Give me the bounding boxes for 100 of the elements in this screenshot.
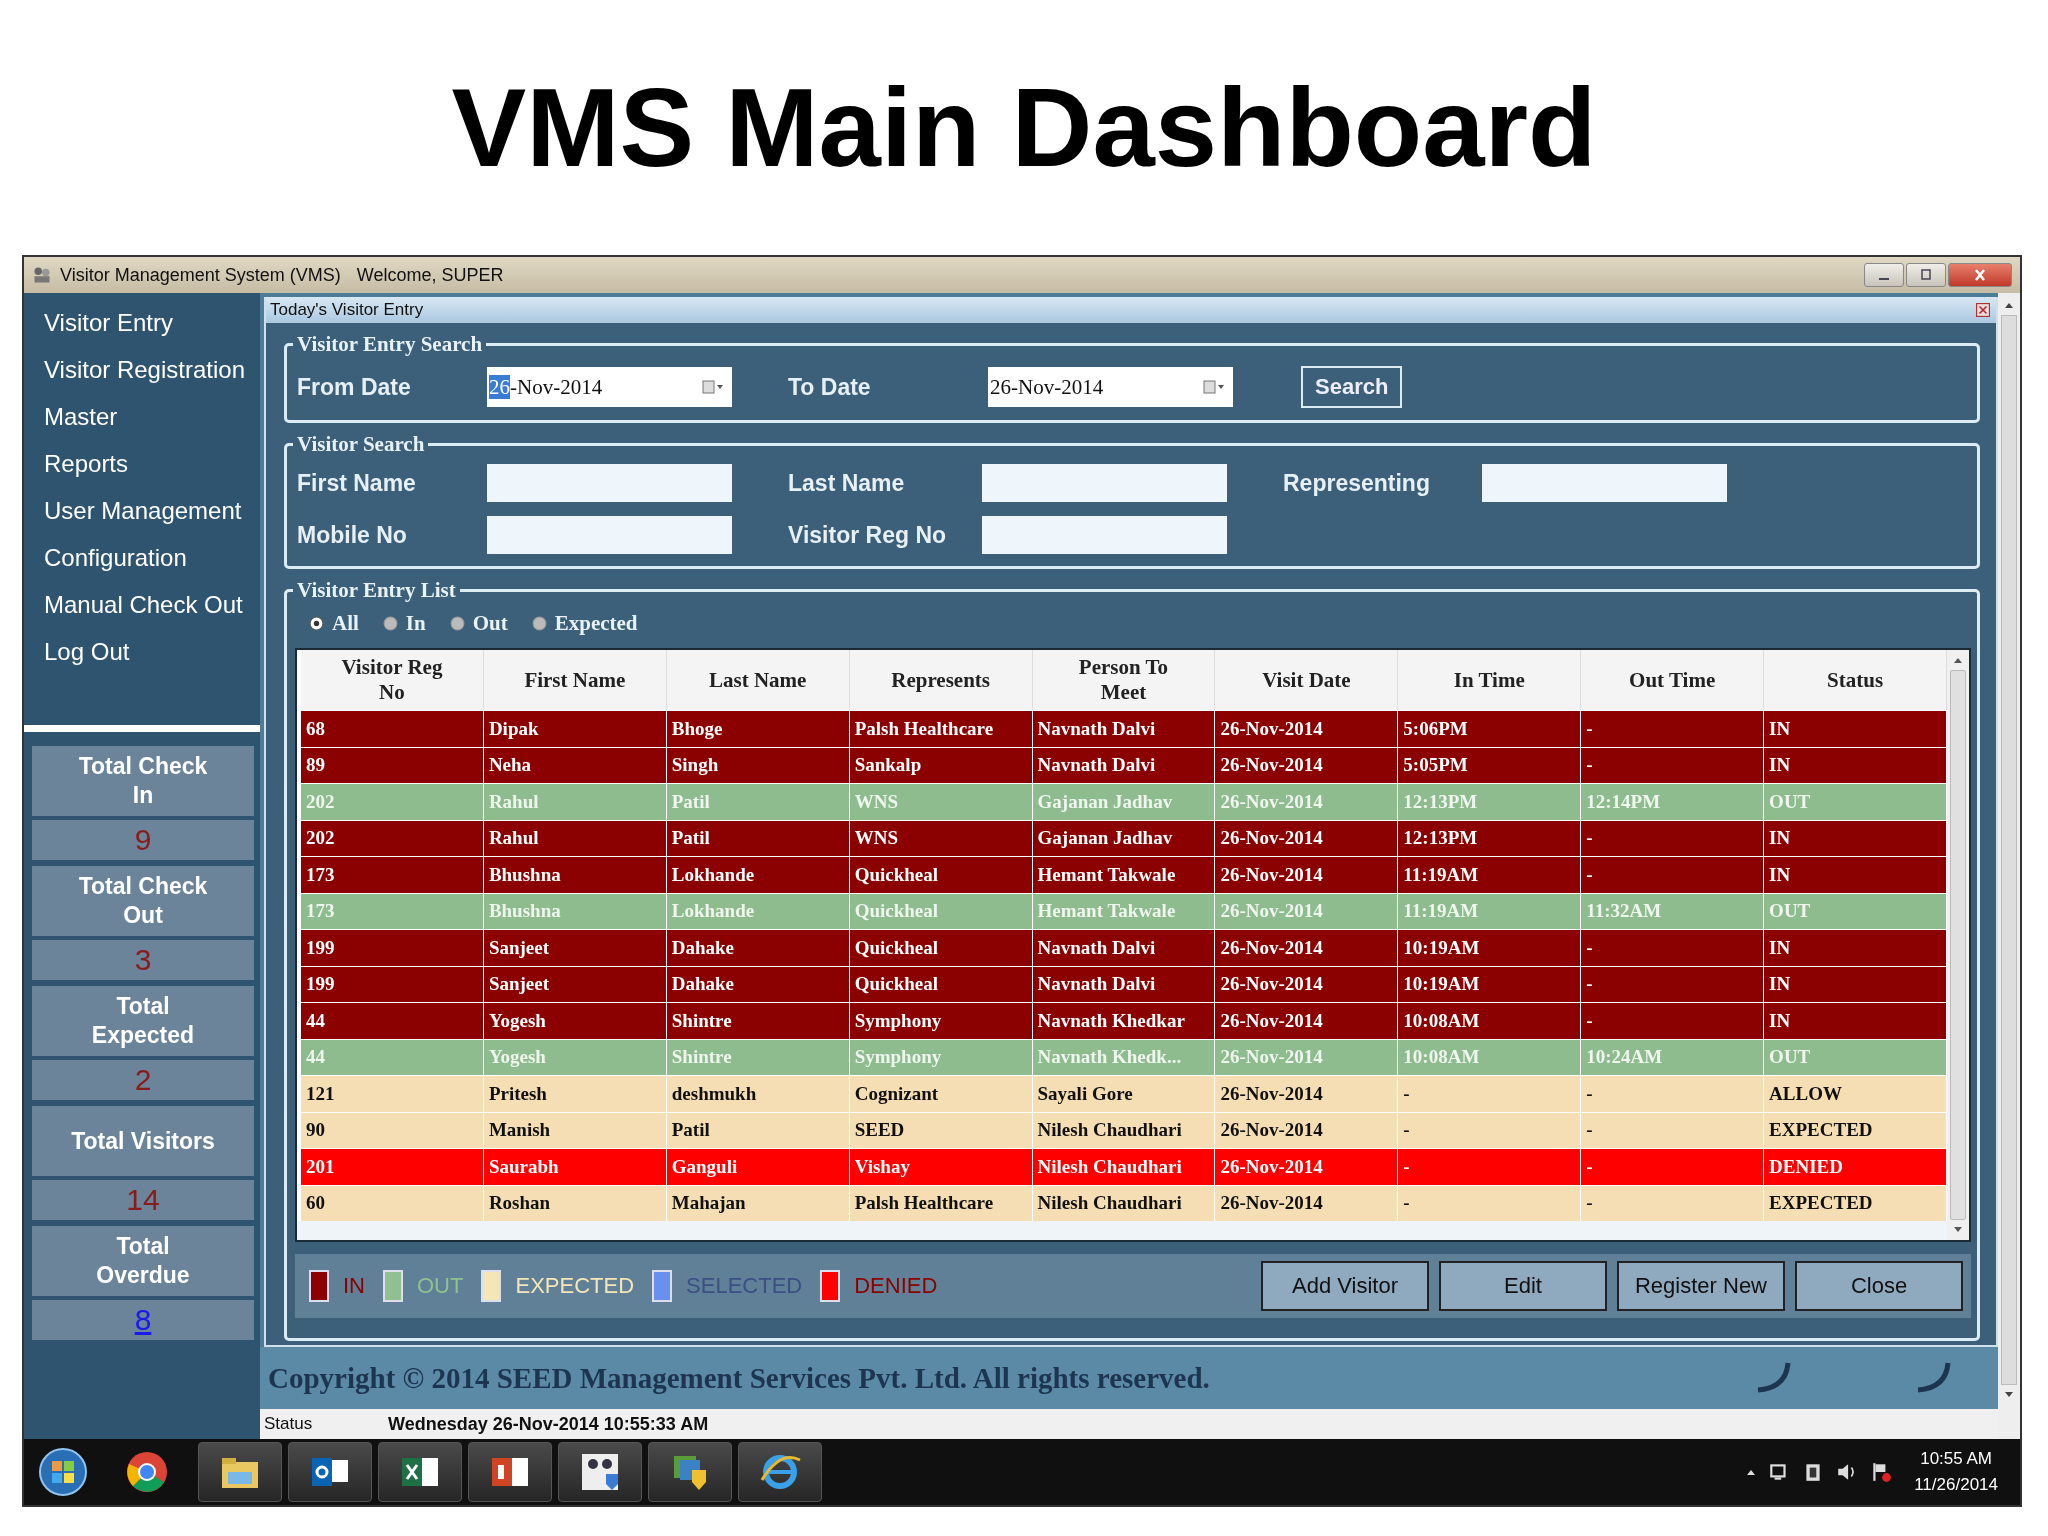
legend-label: EXPECTED — [515, 1273, 635, 1299]
stat-label: Total Expected — [90, 992, 196, 1050]
action-button[interactable]: Register New — [1617, 1261, 1785, 1311]
table-row[interactable]: 90 Manish Patil SEED Nilesh Chaudhari 26-Nov-2014 - - EXPECTED — [297, 1111, 1947, 1148]
table-cell: - — [1581, 1185, 1765, 1221]
action-button[interactable]: Add Visitor — [1261, 1261, 1429, 1311]
start-button[interactable] — [38, 1447, 88, 1497]
close-icon[interactable] — [1976, 303, 1990, 317]
people-icon[interactable] — [558, 1442, 642, 1502]
filter-radio[interactable]: Expected — [531, 610, 638, 636]
table-row[interactable]: 201 Saurabh Ganguli Vishay Nilesh Chaudhari 26-Nov-2014 - - DENIED — [297, 1148, 1947, 1185]
sidebar-item[interactable]: Log Out — [44, 628, 260, 675]
table-cell: Navnath Dalvi — [1032, 930, 1216, 966]
stat-value: 2 — [134, 1063, 152, 1097]
table-cell: Shintre — [666, 1003, 850, 1039]
table-row[interactable]: 173 Bhushna Lokhande Quickheal Hemant Takwale 26-Nov-2014 11:19AM - IN — [297, 856, 1947, 893]
input-field[interactable] — [487, 516, 732, 554]
table-row[interactable]: 199 Sanjeet Dahake Quickheal Navnath Dalvi 26-Nov-2014 10:19AM - IN — [297, 929, 1947, 966]
table-cell: IN — [1764, 930, 1947, 966]
mail-icon[interactable] — [288, 1442, 372, 1502]
search-button[interactable]: Search — [1301, 366, 1403, 408]
date-picker[interactable]: 26-Nov-2014 — [487, 367, 732, 407]
close-button[interactable] — [1948, 263, 2012, 287]
table-row[interactable]: 60 Roshan Mahajan Palsh Healthcare Nilesh Chaudhari 26-Nov-2014 - - EXPECTED — [297, 1184, 1947, 1221]
scrollbar[interactable] — [1947, 650, 1969, 1240]
sidebar-item[interactable]: Visitor Entry — [44, 299, 260, 346]
table-cell: Pritesh — [483, 1076, 667, 1112]
sidebar-item[interactable]: Master — [44, 393, 260, 440]
table-cell: WNS — [849, 784, 1033, 820]
sidebar-item[interactable]: Manual Check Out — [44, 581, 260, 628]
sidebar-item[interactable]: User Management — [44, 487, 260, 534]
browser-icon[interactable] — [738, 1442, 822, 1502]
filter-radio[interactable]: Out — [449, 610, 508, 636]
table-cell: Mahajan — [666, 1185, 850, 1221]
sidebar-item[interactable]: Configuration — [44, 534, 260, 581]
minimize-button[interactable] — [1864, 263, 1904, 287]
table-cell: - — [1581, 1003, 1765, 1039]
table-cell: Gajanan Jadhav — [1032, 784, 1216, 820]
flag-icon[interactable] — [1870, 1461, 1893, 1483]
stat-value: 14 — [126, 1183, 160, 1217]
stat-value: 3 — [134, 943, 152, 977]
sidebar-item[interactable]: Reports — [44, 440, 260, 487]
table-cell: IN — [1764, 1003, 1947, 1039]
table-cell: 68 — [301, 711, 484, 747]
legend-label: IN — [343, 1273, 365, 1299]
scrollbar[interactable] — [1998, 293, 2020, 1439]
date-picker[interactable]: 26-Nov-2014 — [988, 367, 1233, 407]
folder-icon[interactable] — [198, 1442, 282, 1502]
presentation-icon[interactable] — [468, 1442, 552, 1502]
restore-button[interactable] — [1906, 263, 1946, 287]
tray-expand-icon[interactable] — [1746, 1468, 1757, 1476]
scroll-down-icon[interactable] — [2004, 1391, 2014, 1399]
input-field[interactable] — [1482, 464, 1727, 502]
input-field[interactable] — [487, 464, 732, 502]
action-button[interactable]: Edit — [1439, 1261, 1607, 1311]
scroll-up-icon[interactable] — [2004, 301, 2014, 309]
table-cell: 12:14PM — [1581, 784, 1765, 820]
table-row[interactable]: 44 Yogesh Shintre Symphony Navnath Khedkar 26-Nov-2014 10:08AM - IN — [297, 1002, 1947, 1039]
field-label: From Date — [297, 373, 412, 401]
table-cell: - — [1581, 1149, 1765, 1185]
table-cell: 11:19AM — [1398, 857, 1582, 893]
action-button[interactable]: Close — [1795, 1261, 1963, 1311]
table-cell: 26-Nov-2014 — [1215, 1149, 1399, 1185]
minimize-icon — [1879, 278, 1889, 280]
filter-radio[interactable]: All — [309, 610, 359, 636]
table-cell: Quickheal — [849, 857, 1033, 893]
table-row[interactable]: 89 Neha Singh Sankalp Navnath Dalvi 26-Nov-2014 5:05PM - IN — [297, 746, 1947, 783]
table-cell: Nilesh Chaudhari — [1032, 1149, 1216, 1185]
scroll-up-icon[interactable] — [1953, 656, 1963, 664]
table-cell: 12:13PM — [1398, 784, 1582, 820]
table-row[interactable]: 68 Dipak Bhoge Palsh Healthcare Navnath Dalvi 26-Nov-2014 5:06PM - IN — [297, 710, 1947, 747]
filter-radio[interactable]: In — [382, 610, 426, 636]
table-cell: 26-Nov-2014 — [1215, 1076, 1399, 1112]
copyright-text: Copyright © 2014 SEED Management Services Pvt. Ltd. All rights reserved. — [268, 1361, 1210, 1395]
input-field[interactable] — [982, 464, 1227, 502]
table-row[interactable]: 199 Sanjeet Dahake Quickheal Navnath Dalvi 26-Nov-2014 10:19AM - IN — [297, 965, 1947, 1002]
field-label: First Name — [297, 469, 417, 497]
table-cell: Sanjeet — [483, 930, 667, 966]
table-cell: Quickheal — [849, 930, 1033, 966]
shield-icon[interactable] — [648, 1442, 732, 1502]
table-cell: 5:06PM — [1398, 711, 1582, 747]
table-cell: - — [1398, 1076, 1582, 1112]
table-cell: 26-Nov-2014 — [1215, 930, 1399, 966]
spreadsheet-icon[interactable] — [378, 1442, 462, 1502]
table-row[interactable]: 121 Pritesh deshmukh Cognizant Sayali Gore 26-Nov-2014 - - ALLOW — [297, 1075, 1947, 1112]
radio-icon — [309, 615, 324, 631]
table-cell: 26-Nov-2014 — [1215, 711, 1399, 747]
stat-label: Total Visitors — [70, 1126, 216, 1156]
clock-date: 11/26/2014 — [1914, 1474, 1998, 1496]
table-cell: Symphony — [849, 1003, 1033, 1039]
table-cell: Roshan — [483, 1185, 667, 1221]
field-label: Visitor Reg No — [787, 521, 948, 549]
input-field[interactable] — [982, 516, 1227, 554]
scroll-down-icon[interactable] — [1953, 1226, 1963, 1234]
field-label: To Date — [788, 373, 872, 401]
table-row[interactable]: 202 Rahul Patil WNS Gajanan Jadhav 26-Nov-2014 12:13PM - IN — [297, 819, 1947, 856]
sidebar-item[interactable]: Visitor Registration — [44, 346, 260, 393]
table-cell: - — [1581, 930, 1765, 966]
table-cell: Bhoge — [666, 711, 850, 747]
table-cell: OUT — [1764, 784, 1947, 820]
